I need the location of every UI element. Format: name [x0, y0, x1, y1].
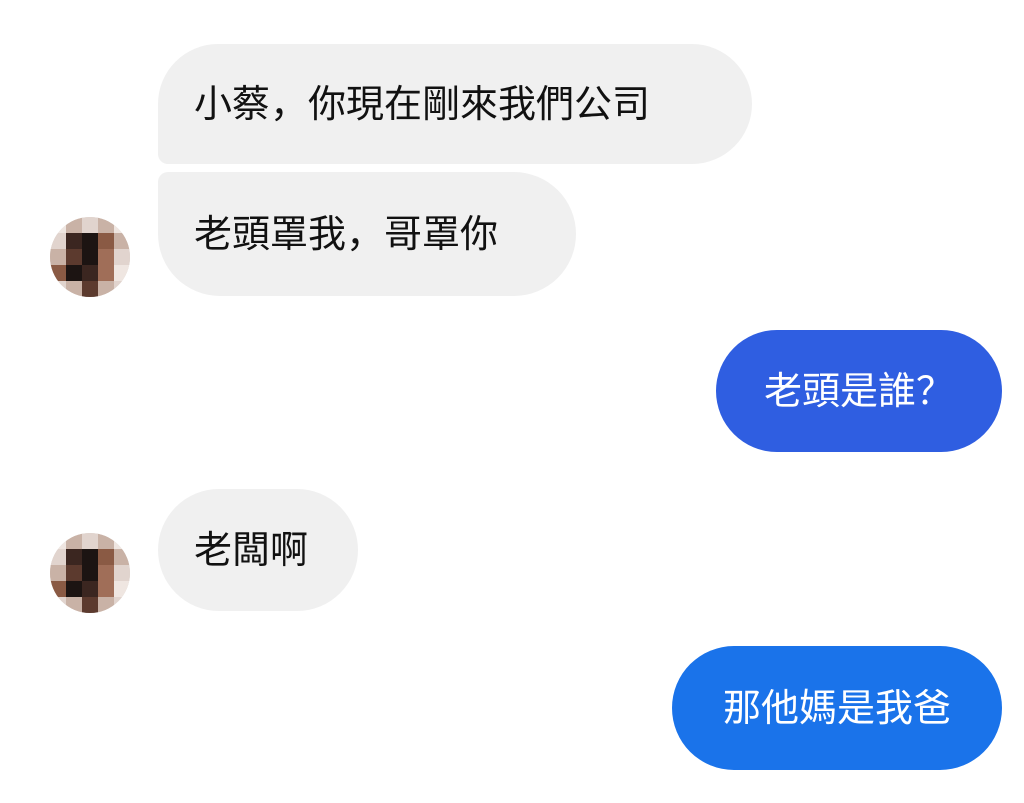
avatar-mosaic-cell — [82, 581, 98, 597]
avatar-mosaic-cell — [50, 249, 66, 265]
avatar-mosaic-cell — [98, 249, 114, 265]
avatar-mosaic-cell — [66, 281, 82, 297]
avatar-mosaic-cell — [98, 565, 114, 581]
avatar-mosaic-cell — [114, 233, 130, 249]
avatar-mosaic-cell — [50, 581, 66, 597]
avatar-mosaic-cell — [114, 533, 130, 549]
avatar-mosaic-cell — [50, 549, 66, 565]
avatar-mosaic-cell — [114, 565, 130, 581]
avatar-mosaic-cell — [82, 533, 98, 549]
chat-thread: 小蔡，你現在剛來我們公司 老頭罩我，哥罩你 老頭是誰？ 老闆啊 那他媽是我爸 — [0, 0, 1024, 803]
avatar-mosaic-cell — [98, 281, 114, 297]
avatar-mosaic-cell — [82, 233, 98, 249]
avatar-mosaic-cell — [98, 533, 114, 549]
message-bubble-outgoing[interactable]: 老頭是誰？ — [716, 330, 1002, 452]
message-text: 小蔡，你現在剛來我們公司 — [194, 82, 651, 126]
message-bubble-incoming[interactable]: 老頭罩我，哥罩你 — [158, 172, 576, 296]
avatar-mosaic-cell — [82, 549, 98, 565]
avatar-mosaic-cell — [50, 281, 66, 297]
avatar-mosaic-cell — [66, 233, 82, 249]
message-text: 那他媽是我爸 — [722, 686, 951, 730]
message-bubble-incoming[interactable]: 小蔡，你現在剛來我們公司 — [158, 44, 752, 164]
avatar-mosaic-cell — [82, 597, 98, 613]
avatar-mosaic-cell — [114, 249, 130, 265]
avatar-mosaic-cell — [82, 565, 98, 581]
avatar-mosaic-cell — [66, 533, 82, 549]
message-bubble-incoming[interactable]: 老闆啊 — [158, 489, 358, 611]
avatar-mosaic-cell — [66, 565, 82, 581]
avatar-mosaic-cell — [66, 581, 82, 597]
avatar-mosaic-cell — [66, 549, 82, 565]
avatar-mosaic-cell — [114, 265, 130, 281]
avatar-mosaic-cell — [114, 281, 130, 297]
avatar-mosaic-cell — [50, 265, 66, 281]
avatar-mosaic-cell — [50, 217, 66, 233]
avatar-mosaic-cell — [82, 249, 98, 265]
avatar-mosaic-cell — [114, 549, 130, 565]
avatar-mosaic-cell — [82, 265, 98, 281]
avatar-mosaic-cell — [98, 217, 114, 233]
sender-avatar-icon[interactable] — [50, 533, 130, 613]
avatar-mosaic-cell — [50, 533, 66, 549]
avatar-mosaic-cell — [98, 265, 114, 281]
avatar-mosaic-cell — [66, 217, 82, 233]
avatar-mosaic-cell — [50, 233, 66, 249]
sender-avatar-icon[interactable] — [50, 217, 130, 297]
avatar-mosaic-cell — [98, 597, 114, 613]
avatar-mosaic-cell — [114, 581, 130, 597]
avatar-mosaic-cell — [66, 265, 82, 281]
avatar-mosaic-cell — [50, 597, 66, 613]
avatar-mosaic-cell — [114, 217, 130, 233]
message-text: 老頭是誰？ — [763, 369, 954, 413]
avatar-mosaic-cell — [82, 281, 98, 297]
avatar-mosaic-cell — [98, 549, 114, 565]
avatar-mosaic-cell — [114, 597, 130, 613]
message-text: 老頭罩我，哥罩你 — [194, 212, 499, 256]
avatar-mosaic-cell — [66, 597, 82, 613]
avatar-mosaic-cell — [82, 217, 98, 233]
avatar-mosaic-cell — [66, 249, 82, 265]
avatar-mosaic-cell — [98, 581, 114, 597]
message-bubble-outgoing[interactable]: 那他媽是我爸 — [672, 646, 1002, 770]
message-text: 老闆啊 — [194, 528, 309, 572]
avatar-mosaic-cell — [50, 565, 66, 581]
avatar-mosaic-cell — [98, 233, 114, 249]
